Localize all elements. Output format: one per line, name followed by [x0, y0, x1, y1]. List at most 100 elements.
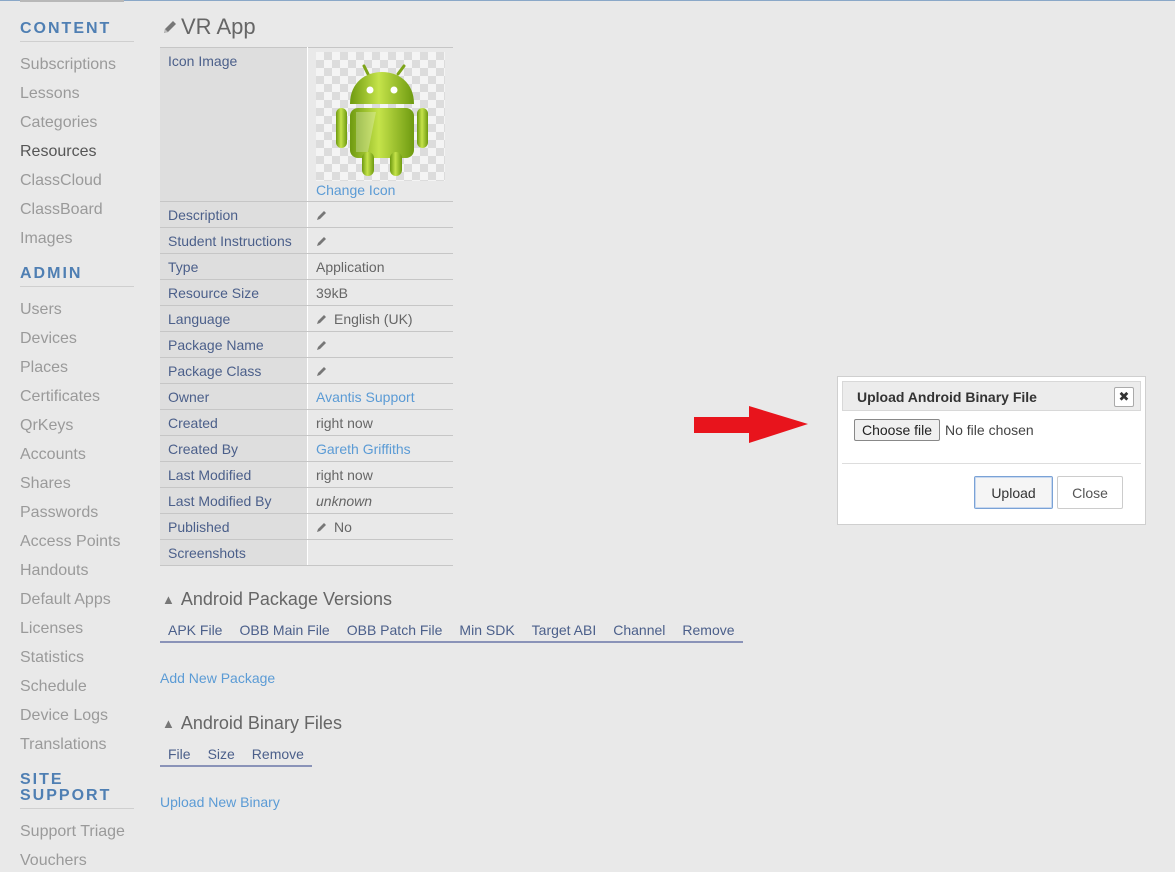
upload-binary-dialog: Upload Android Binary File ✖ Choose file… — [837, 376, 1146, 525]
property-key: Published — [160, 513, 308, 540]
collapse-triangle-icon[interactable]: ▲ — [162, 592, 175, 607]
sidebar-item-images[interactable]: Images — [20, 230, 72, 248]
sidebar-item-shares[interactable]: Shares — [20, 475, 71, 493]
dialog-header: Upload Android Binary File ✖ — [842, 381, 1141, 411]
collapse-triangle-icon[interactable]: ▲ — [162, 716, 175, 731]
column-header-remove[interactable]: Remove — [682, 622, 734, 638]
sidebar-item-classcloud[interactable]: ClassCloud — [20, 172, 102, 190]
choose-file-button[interactable]: Choose file — [854, 419, 941, 441]
sidebar-item-vouchers[interactable]: Vouchers — [20, 852, 87, 870]
property-value: 39kB — [307, 279, 453, 306]
sidebar-item-devices[interactable]: Devices — [20, 330, 77, 348]
property-key: Package Class — [160, 357, 308, 384]
dialog-title: Upload Android Binary File — [857, 389, 1037, 405]
upload-button[interactable]: Upload — [974, 476, 1053, 509]
table-row: Package Class — [160, 357, 453, 384]
sidebar-item-support-triage[interactable]: Support Triage — [20, 823, 125, 841]
sidebar-heading-content: CONTENT — [20, 21, 134, 42]
property-value: unknown — [307, 487, 453, 514]
created-by-link[interactable]: Gareth Griffiths — [307, 435, 453, 462]
property-key: Language — [160, 305, 308, 332]
sidebar-item-licenses[interactable]: Licenses — [20, 620, 83, 638]
file-status-text: No file chosen — [945, 422, 1034, 438]
sidebar-item-schedule[interactable]: Schedule — [20, 678, 87, 696]
property-value: right now — [307, 461, 453, 488]
sidebar-item-certificates[interactable]: Certificates — [20, 388, 100, 406]
page-title: VR App — [161, 14, 256, 40]
owner-link[interactable]: Avantis Support — [307, 383, 453, 410]
sidebar-item-resources[interactable]: Resources — [20, 143, 96, 161]
package-versions-heading[interactable]: ▲ Android Package Versions — [162, 589, 392, 610]
property-value: Application — [307, 253, 453, 280]
edit-pencil-icon[interactable] — [316, 365, 328, 377]
column-header-obb-main-file[interactable]: OBB Main File — [239, 622, 329, 638]
sidebar-item-default-apps[interactable]: Default Apps — [20, 591, 111, 609]
sidebar-item-passwords[interactable]: Passwords — [20, 504, 98, 522]
table-row: Description — [160, 201, 453, 228]
change-icon-link[interactable]: Change Icon — [316, 182, 445, 198]
binary-files-heading[interactable]: ▲ Android Binary Files — [162, 713, 342, 734]
column-header-apk-file[interactable]: APK File — [168, 622, 222, 638]
sidebar-item-statistics[interactable]: Statistics — [20, 649, 84, 667]
table-row: Language English (UK) — [160, 305, 453, 332]
sidebar-item-handouts[interactable]: Handouts — [20, 562, 89, 580]
property-value: right now — [307, 409, 453, 436]
published-value: No — [334, 518, 352, 535]
table-row: Last Modified By unknown — [160, 487, 453, 514]
property-key: Owner — [160, 383, 308, 410]
sidebar-heading-site-support-line1: SITE — [20, 771, 64, 788]
close-icon[interactable]: ✖ — [1114, 387, 1134, 407]
column-header-min-sdk[interactable]: Min SDK — [459, 622, 514, 638]
sidebar-item-classboard[interactable]: ClassBoard — [20, 201, 103, 219]
property-key: Icon Image — [160, 47, 308, 202]
sidebar-item-access-points[interactable]: Access Points — [20, 533, 120, 551]
sidebar-item-translations[interactable]: Translations — [20, 736, 107, 754]
package-versions-header: APK File OBB Main File OBB Patch File Mi… — [160, 622, 743, 643]
column-header-file[interactable]: File — [168, 746, 191, 762]
divider — [842, 463, 1141, 464]
binary-files-title: Android Binary Files — [180, 713, 342, 733]
sidebar-item-places[interactable]: Places — [20, 359, 68, 377]
edit-pencil-icon[interactable] — [316, 521, 328, 533]
upload-new-binary-link[interactable]: Upload New Binary — [160, 794, 280, 810]
sidebar-item-categories[interactable]: Categories — [20, 114, 97, 132]
table-row: Package Name — [160, 331, 453, 358]
table-row: Student Instructions — [160, 227, 453, 254]
android-robot-icon — [336, 64, 428, 176]
column-header-size[interactable]: Size — [208, 746, 235, 762]
edit-pencil-icon[interactable] — [316, 339, 328, 351]
property-key: Created By — [160, 435, 308, 462]
pencil-icon[interactable] — [161, 18, 179, 36]
property-key: Created — [160, 409, 308, 436]
property-value — [307, 539, 453, 566]
language-value: English (UK) — [334, 310, 413, 327]
sidebar-item-users[interactable]: Users — [20, 301, 62, 319]
sidebar-item-device-logs[interactable]: Device Logs — [20, 707, 108, 725]
table-row: Screenshots — [160, 539, 453, 566]
add-new-package-link[interactable]: Add New Package — [160, 670, 275, 686]
edit-pencil-icon[interactable] — [316, 235, 328, 247]
table-row: Created right now — [160, 409, 453, 436]
sidebar-item-qrkeys[interactable]: QrKeys — [20, 417, 73, 435]
column-header-obb-patch-file[interactable]: OBB Patch File — [347, 622, 443, 638]
property-key: Last Modified — [160, 461, 308, 488]
property-value: Change Icon — [307, 47, 453, 202]
edit-pencil-icon[interactable] — [316, 209, 328, 221]
close-button[interactable]: Close — [1057, 476, 1123, 509]
sidebar-heading-admin: ADMIN — [20, 266, 134, 287]
table-row: Owner Avantis Support — [160, 383, 453, 410]
sidebar-item-subscriptions[interactable]: Subscriptions — [20, 56, 116, 74]
app-icon-image — [316, 52, 445, 181]
column-header-target-abi[interactable]: Target ABI — [532, 622, 597, 638]
package-versions-title: Android Package Versions — [180, 589, 393, 609]
table-row: Published No — [160, 513, 453, 540]
sidebar-item-lessons[interactable]: Lessons — [20, 85, 80, 103]
property-key: Package Name — [160, 331, 308, 358]
edit-pencil-icon[interactable] — [316, 313, 328, 325]
column-header-remove[interactable]: Remove — [252, 746, 304, 762]
column-header-channel[interactable]: Channel — [613, 622, 665, 638]
property-key: Description — [160, 201, 308, 228]
sidebar-item-accounts[interactable]: Accounts — [20, 446, 86, 464]
table-row: Created By Gareth Griffiths — [160, 435, 453, 462]
table-row: Resource Size 39kB — [160, 279, 453, 306]
